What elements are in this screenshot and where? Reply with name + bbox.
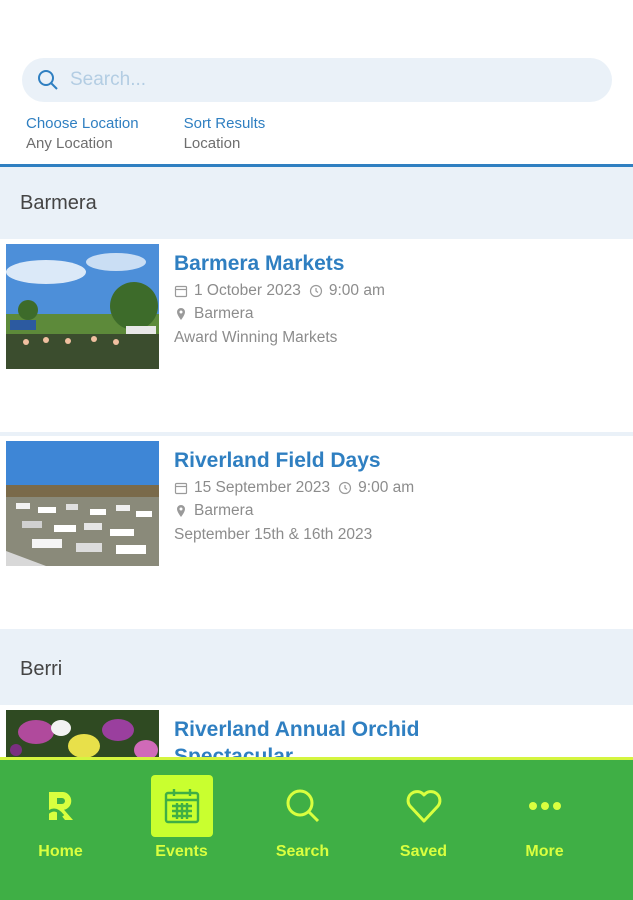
nav-events-label: Events <box>155 843 208 860</box>
nav-saved[interactable]: Saved <box>363 760 484 900</box>
riverland-logo-icon <box>43 792 73 820</box>
clock-icon <box>339 481 352 495</box>
sort-results-value: Location <box>183 135 241 152</box>
section-header-berri: Berri <box>0 633 633 705</box>
event-thumbnail <box>6 244 159 369</box>
event-time: 9:00 am <box>358 479 415 496</box>
event-card[interactable]: Barmera Markets 1 October 2023 9:00 am B… <box>0 239 633 432</box>
nav-saved-label: Saved <box>399 843 448 860</box>
event-title: Riverland Field Days <box>174 449 381 472</box>
filter-bar: Choose Location Any Location Sort Result… <box>26 114 265 154</box>
nav-more[interactable]: More <box>484 760 605 900</box>
calendar-icon <box>174 285 188 298</box>
bottom-nav: Home Events Search Saved More <box>0 757 633 900</box>
calendar-icon <box>164 789 199 824</box>
event-list[interactable]: Barmera Barmera Markets 1 October 2023 9… <box>0 167 633 757</box>
search-icon <box>286 789 319 823</box>
nav-more-label: More <box>525 843 564 860</box>
event-thumbnail <box>6 441 159 566</box>
event-title: Riverland Annual Orchid Spectacular <box>174 718 420 757</box>
nav-search-label: Search <box>275 843 330 860</box>
more-dots-icon <box>528 802 561 810</box>
sort-results-label: Sort Results <box>183 115 266 132</box>
more-icon-box <box>514 775 576 837</box>
nav-events[interactable]: Events <box>121 760 242 900</box>
home-icon-box <box>30 775 92 837</box>
event-card[interactable]: Riverland Field Days 15 September 2023 9… <box>0 436 633 629</box>
event-location: Barmera <box>194 305 254 322</box>
choose-location-filter[interactable]: Choose Location Any Location <box>26 114 139 154</box>
search-icon-box <box>272 775 334 837</box>
saved-icon-box <box>393 775 455 837</box>
choose-location-value: Any Location <box>26 135 113 152</box>
location-pin-icon <box>177 505 185 517</box>
search-icon <box>38 70 58 90</box>
location-pin-icon <box>177 308 185 320</box>
clock-icon <box>309 284 322 298</box>
section-header-barmera: Barmera <box>0 167 633 239</box>
search-bar[interactable] <box>22 58 612 102</box>
events-icon-box <box>150 775 213 837</box>
search-input[interactable] <box>70 69 590 91</box>
event-description: September 15th & 16th 2023 <box>174 526 373 543</box>
event-thumbnail <box>6 710 159 757</box>
event-description: Award Winning Markets <box>174 329 338 346</box>
event-time: 9:00 am <box>328 282 385 299</box>
event-title: Barmera Markets <box>174 252 345 275</box>
choose-location-label: Choose Location <box>26 115 139 132</box>
heart-icon <box>406 790 441 823</box>
nav-search[interactable]: Search <box>242 760 363 900</box>
event-location: Barmera <box>194 502 254 519</box>
nav-home-label: Home <box>38 843 83 860</box>
sort-results-filter[interactable]: Sort Results Location <box>184 114 266 154</box>
event-date: 1 October 2023 <box>194 282 301 299</box>
event-date: 15 September 2023 <box>194 479 331 496</box>
event-card[interactable]: Riverland Annual Orchid Spectacular <box>0 705 633 757</box>
nav-home[interactable]: Home <box>0 760 121 900</box>
calendar-icon <box>174 482 188 495</box>
